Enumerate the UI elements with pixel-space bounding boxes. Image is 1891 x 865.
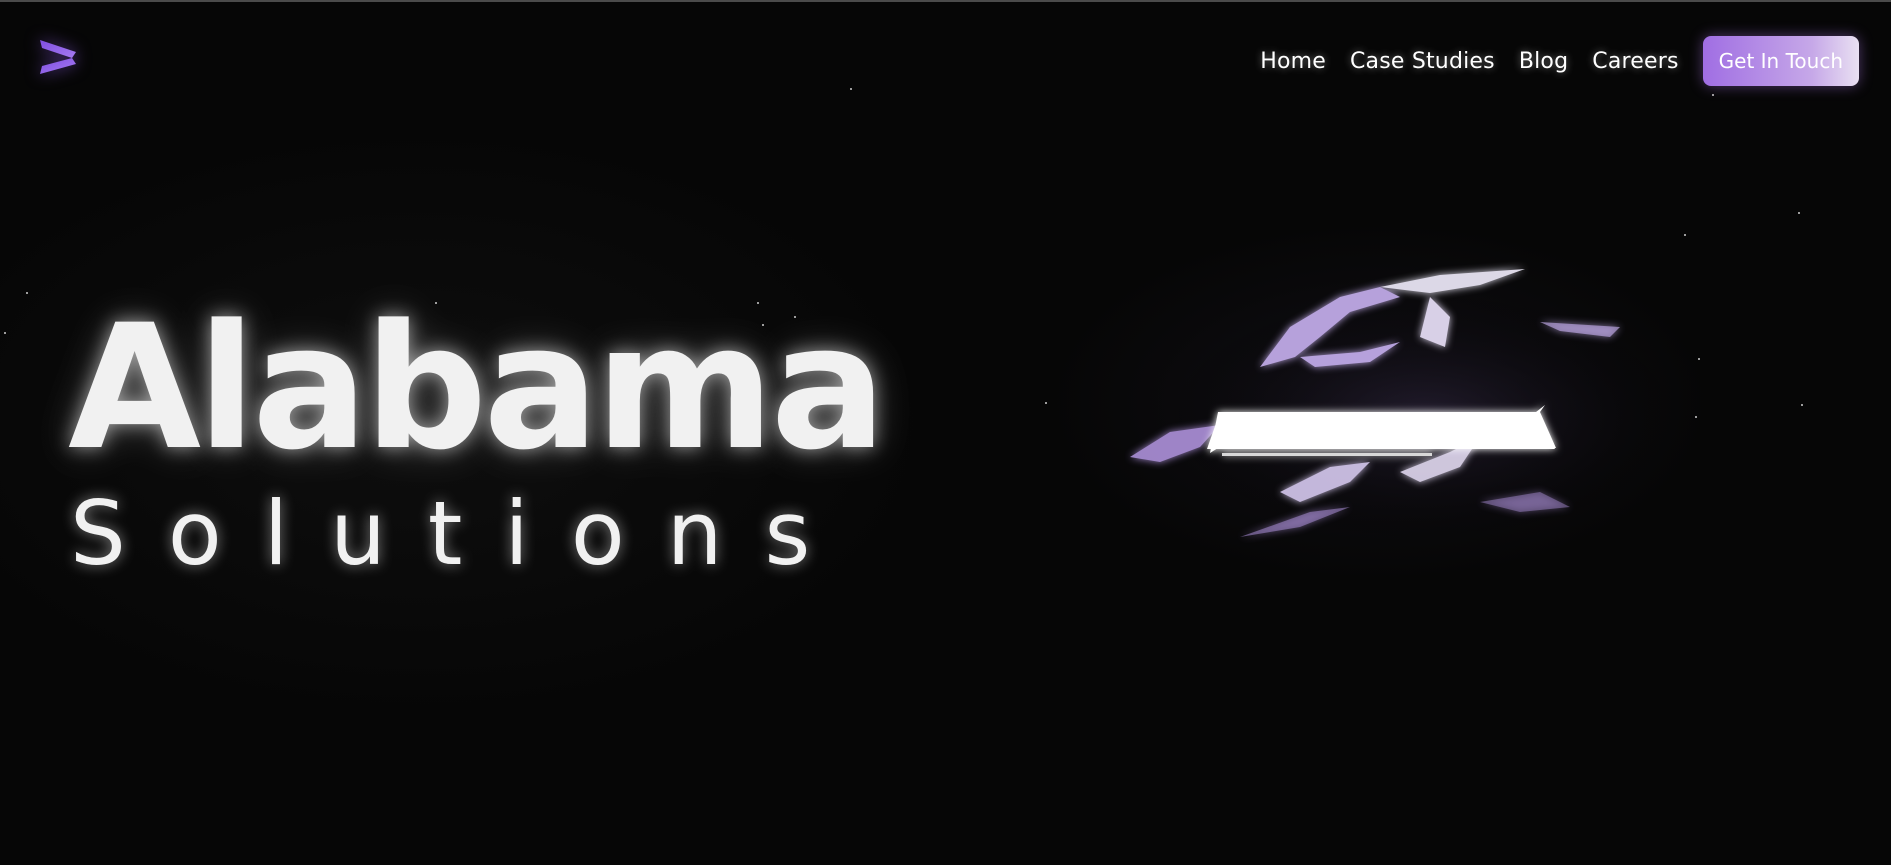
page: Home Case Studies Blog Careers Get In To…	[0, 0, 1891, 865]
glowing-logo-artwork-icon	[1130, 269, 1660, 547]
hero-subtitle: Solutions	[70, 482, 853, 585]
get-in-touch-button[interactable]: Get In Touch	[1702, 36, 1859, 86]
nav-link-careers[interactable]: Careers	[1592, 49, 1678, 74]
nav-link-case-studies[interactable]: Case Studies	[1350, 49, 1495, 74]
hero-title: Alabama	[68, 287, 887, 488]
nav-link-home[interactable]: Home	[1260, 49, 1326, 74]
nav-link-blog[interactable]: Blog	[1519, 49, 1568, 74]
main-nav: Home Case Studies Blog Careers Get In To…	[1260, 36, 1859, 86]
logo-icon[interactable]	[36, 36, 82, 80]
